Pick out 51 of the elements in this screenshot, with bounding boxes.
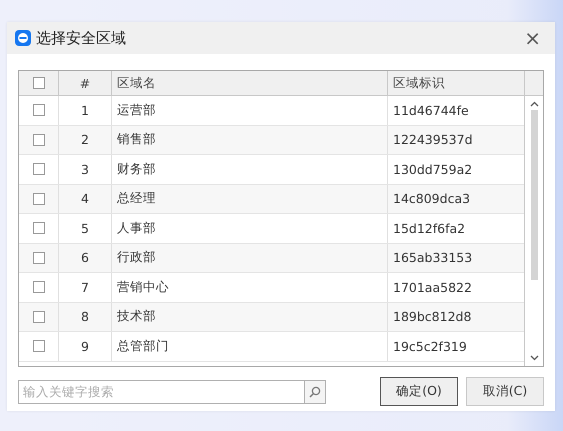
scroll-thumb[interactable] <box>530 110 538 280</box>
search-button[interactable] <box>305 380 326 404</box>
column-header[interactable]: 区域标识 <box>388 71 524 95</box>
table-cell-text: 130dd759a2 <box>392 160 474 179</box>
table-cell: 6 <box>59 244 112 272</box>
table-cell: 人事部 <box>112 214 388 242</box>
row-checkbox[interactable] <box>32 340 44 352</box>
cancel-button[interactable]: 取消(C) <box>466 377 544 406</box>
row-checkbox[interactable] <box>32 310 44 323</box>
table-cell-text: 1701aa5822 <box>392 278 473 297</box>
table-cell: 3 <box>59 155 112 184</box>
scroll-up-icon[interactable] <box>530 101 538 107</box>
row-checkbox[interactable] <box>32 134 44 146</box>
table-cell: 总经理 <box>112 184 388 213</box>
search-icon <box>309 386 321 398</box>
select-all-checkbox[interactable] <box>32 77 44 89</box>
table-cell: 销售部 <box>112 126 388 154</box>
table-cell: 4 <box>59 184 112 213</box>
search-field[interactable]: 输入关键字搜索 <box>18 380 305 404</box>
table-cell: 行政部 <box>112 244 388 272</box>
row-checkbox[interactable] <box>32 104 44 116</box>
table-cell: 技术部 <box>112 302 388 331</box>
window-title: 选择安全区域 <box>36 28 127 48</box>
table-cell-text: 14c809dca3 <box>392 190 472 208</box>
table-cell: 总管部门 <box>112 332 388 360</box>
column-header[interactable]: 区域名 <box>112 71 388 95</box>
row-checkbox[interactable] <box>32 252 44 264</box>
table-cell-text: 15d12f6fa2 <box>392 220 466 238</box>
table-cell-text: 165ab33153 <box>392 249 474 268</box>
row-checkbox[interactable] <box>32 163 44 176</box>
table-cell: 运营部 <box>112 96 388 124</box>
table-cell-text: 11d46744fe <box>392 102 470 120</box>
table-cell: 营销中心 <box>112 273 388 302</box>
table-cell-text: 189bc812d8 <box>392 308 472 326</box>
close-button[interactable]: × <box>518 28 547 48</box>
table-cell: 7 <box>59 273 112 302</box>
table-cell-text: 19c5c2f319 <box>392 338 468 356</box>
ok-button[interactable]: 确定(O) <box>380 377 458 406</box>
table-cell-text: 122439537d <box>392 131 474 150</box>
table-cell: 5 <box>59 214 112 242</box>
row-checkbox[interactable] <box>32 222 44 234</box>
table-cell: 8 <box>59 302 112 331</box>
table-cell: 财务部 <box>112 155 388 184</box>
app-logo-icon <box>15 30 31 46</box>
table-cell: 1 <box>59 96 112 124</box>
table-cell: 9 <box>59 332 112 360</box>
row-checkbox[interactable] <box>32 192 44 205</box>
scroll-down-icon[interactable] <box>530 355 538 361</box>
row-checkbox[interactable] <box>32 281 44 294</box>
column-header[interactable]: # <box>59 71 112 95</box>
table-cell: 2 <box>59 126 112 154</box>
